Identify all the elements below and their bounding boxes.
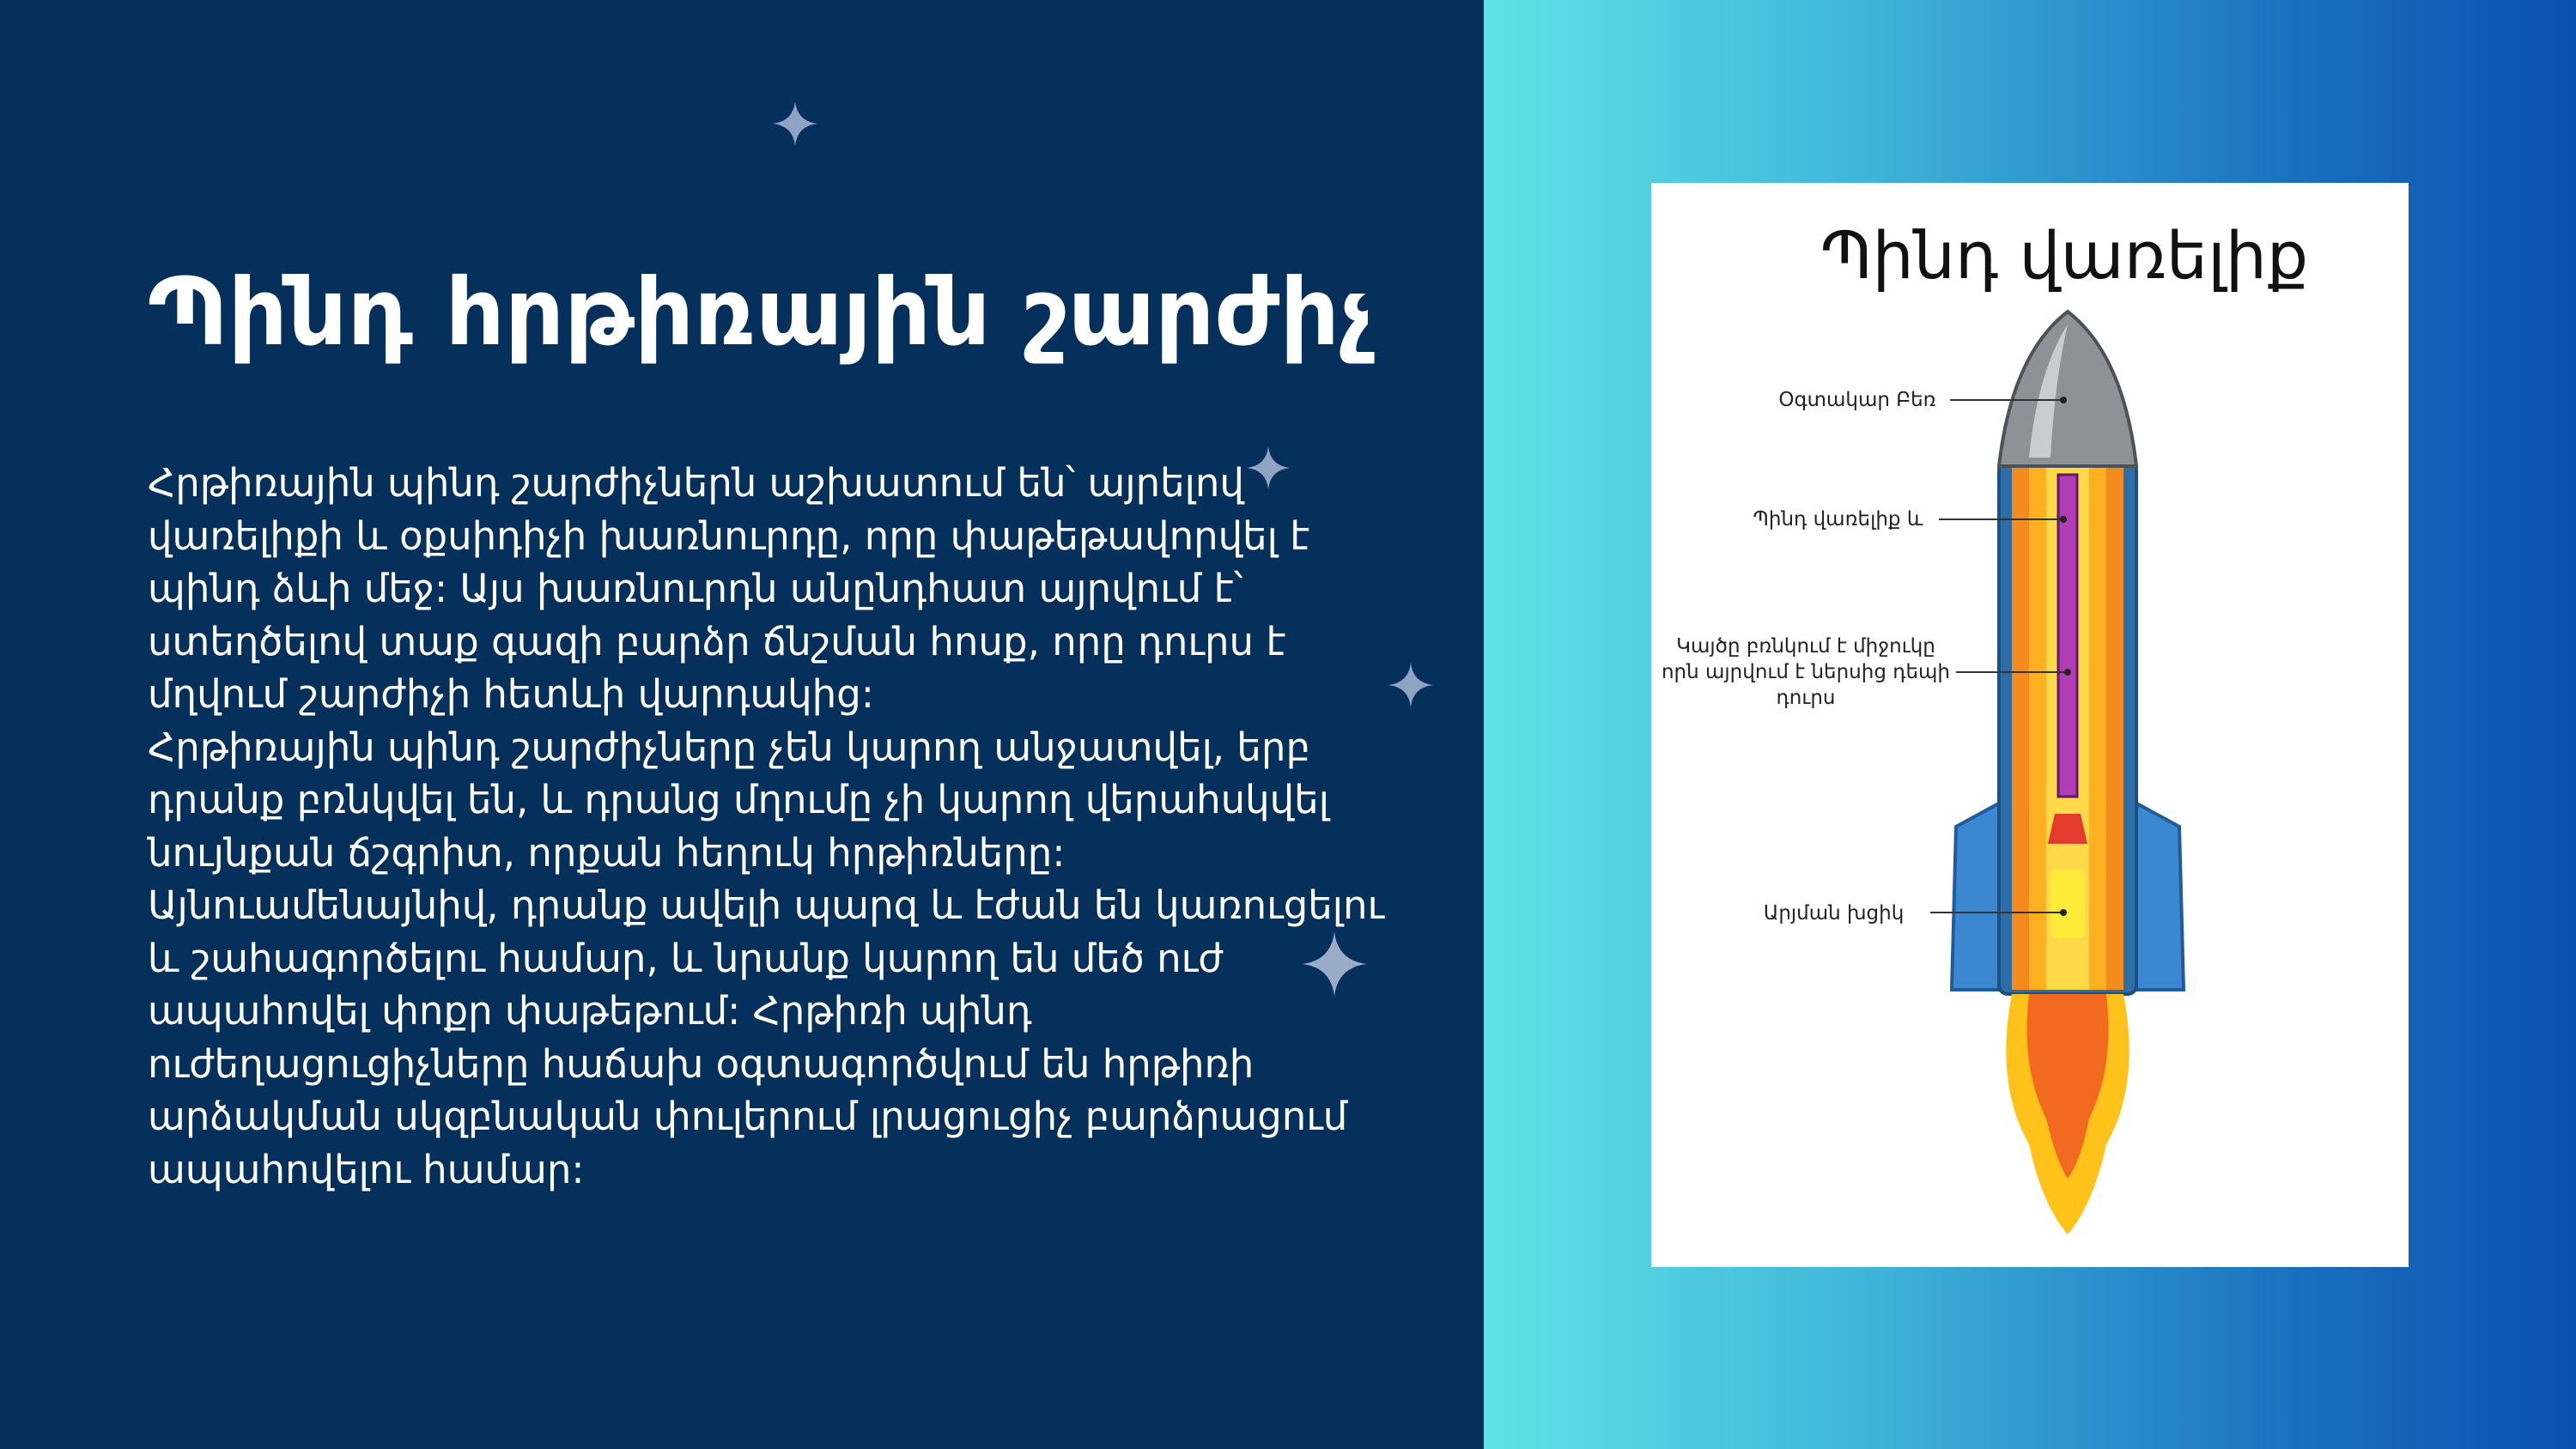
label-core-ignition: Կայծը բռնկում է միջուկը որն այրվում է նե… [1656, 634, 1956, 711]
label-core-line-3: դուրս [1776, 687, 1836, 709]
label-combustion-chamber: Արյման խցիկ [1763, 902, 1905, 925]
body-paragraph-2: Հրթիռային պինդ շարժիչները չեն կարող անջա… [148, 724, 1385, 1192]
sparkle-icon [1388, 663, 1433, 707]
label-payload: Օգտակար Բեռ [1778, 389, 1936, 411]
slide-title: Պինդ հրթիռային շարժիչ [148, 259, 1374, 367]
rocket-diagram-card: Պինդ վառելիք Օգտակար Բեռ Պինդ վառելիք և … [1651, 183, 2409, 1267]
label-core-line-2: որն այրվում է ներսից դեպի [1661, 661, 1951, 683]
sparkle-icon [773, 101, 817, 146]
body-paragraph-1: Հրթիռային պինդ շարժիչներն աշխատում են՝ ա… [148, 460, 1310, 717]
rocket-illustration [1930, 309, 2186, 1234]
text-panel: Պինդ հրթիռային շարժիչ Հրթիռային պինդ շար… [0, 0, 1484, 1449]
label-solid-fuel: Պինդ վառելիք և [1753, 508, 1923, 530]
sparkle-icon [1247, 446, 1290, 489]
slide-body: Հրթիռային պինդ շարժիչներն աշխատում են՝ ա… [148, 457, 1419, 1196]
sparkle-icon [1302, 931, 1367, 997]
label-core-line-1: Կայծը բռնկում է միջուկը [1676, 635, 1935, 658]
